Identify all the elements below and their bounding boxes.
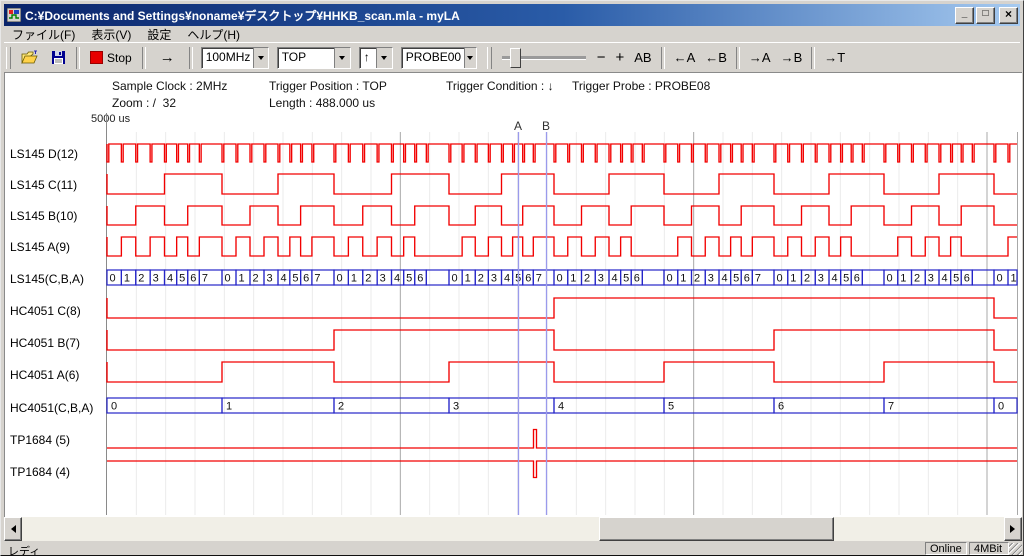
status-memory-badge: 4MBit [969, 542, 1009, 555]
goto-trigger-button[interactable]: →T [819, 50, 850, 65]
toolbar-separator [811, 47, 815, 69]
stop-icon [90, 51, 103, 64]
scrollbar-thumb[interactable] [599, 517, 834, 541]
channel-label-hc4051-c: HC4051 C(8) [10, 304, 81, 318]
maximize-button[interactable]: □ [976, 7, 995, 24]
open-folder-icon [21, 50, 39, 65]
zoom-in-button[interactable]: + [610, 49, 629, 66]
goto-a-left-button[interactable]: ←A [669, 50, 701, 65]
sample-clock-info: Sample Clock : 2MHz [112, 79, 227, 93]
menu-file[interactable]: ファイル(F) [4, 26, 83, 43]
trigger-edge-select[interactable]: ↑ [359, 47, 393, 69]
sample-clock-select[interactable]: 100MHz [201, 47, 269, 69]
channel-label-hc4051-bus: HC4051(C,B,A) [10, 401, 93, 415]
goto-a-right-button[interactable]: →A [744, 50, 776, 65]
zoom-slider[interactable] [502, 56, 586, 60]
channel-label-ls145-bus: LS145(C,B,A) [10, 272, 84, 286]
menu-bar: ファイル(F) 表示(V) 設定 ヘルプ(H) [4, 27, 1020, 42]
channel-label-ls145-a: LS145 A(9) [10, 240, 70, 254]
status-bar: レディ Online 4MBit [4, 542, 1022, 556]
menu-help[interactable]: ヘルプ(H) [179, 26, 248, 43]
toolbar-separator [736, 47, 740, 69]
triangle-right-icon [1010, 525, 1019, 533]
app-icon [7, 8, 21, 22]
trigger-position-select[interactable]: TOP [277, 47, 351, 69]
trigger-probe-info: Trigger Probe : PROBE08 [572, 79, 710, 93]
menu-view[interactable]: 表示(V) [83, 26, 139, 43]
chevron-down-icon[interactable] [253, 48, 267, 68]
resize-grip[interactable] [1009, 543, 1022, 556]
title-bar[interactable]: C:¥Documents and Settings¥noname¥デスクトップ¥… [4, 4, 1020, 26]
time-scale-label: 5000 us [91, 113, 130, 125]
save-floppy-icon [51, 50, 66, 65]
close-button[interactable]: × [999, 7, 1018, 24]
probe-select[interactable]: PROBE00 [401, 47, 477, 69]
app-window: C:¥Documents and Settings¥noname¥デスクトップ¥… [0, 0, 1024, 556]
zoom-slider-track[interactable] [502, 56, 586, 60]
goto-b-right-button[interactable]: →B [776, 50, 808, 65]
status-ready-text: レディ [8, 543, 40, 556]
waveform-panel: Sample Clock : 2MHz Zoom : / 32 Trigger … [4, 72, 1022, 517]
channel-label-ls145-c: LS145 C(11) [10, 178, 77, 192]
trigger-position-info: Trigger Position : TOP [269, 79, 387, 93]
zoom-out-button[interactable]: − [592, 49, 611, 66]
chevron-down-icon[interactable] [376, 48, 392, 68]
minimize-button[interactable]: _ [955, 7, 974, 24]
toolbar-separator [76, 47, 80, 69]
zoom-info: Zoom : / 32 [112, 96, 176, 110]
toolbar-separator [142, 47, 146, 69]
horizontal-scrollbar[interactable] [4, 517, 1022, 541]
toolbar-separator [661, 47, 665, 69]
run-button[interactable]: → [150, 49, 185, 66]
chevron-down-icon[interactable] [334, 48, 350, 68]
stop-button[interactable]: Stop [84, 49, 138, 67]
open-file-button[interactable] [15, 48, 45, 67]
toolbar-grip[interactable] [6, 47, 11, 69]
save-button[interactable] [45, 48, 72, 67]
toolbar-grip[interactable] [487, 47, 492, 69]
goto-b-left-button[interactable]: ←B [700, 50, 732, 65]
toolbar: Stop → 100MHz TOP ↑ PROBE00 − + AB [4, 42, 1020, 72]
status-online-badge: Online [925, 542, 967, 555]
chevron-down-icon[interactable] [464, 48, 476, 68]
channel-label-tp1684-4: TP1684 (4) [10, 465, 70, 479]
window-title: C:¥Documents and Settings¥noname¥デスクトップ¥… [25, 7, 955, 24]
ab-span-button[interactable]: AB [629, 50, 656, 65]
scroll-left-button[interactable] [4, 517, 22, 541]
menu-settings[interactable]: 設定 [139, 26, 179, 43]
scroll-right-button[interactable] [1004, 517, 1022, 541]
trigger-condition-info: Trigger Condition : ↓ [446, 79, 554, 93]
channel-label-ls145-b: LS145 B(10) [10, 209, 77, 223]
channel-label-hc4051-a: HC4051 A(6) [10, 368, 79, 382]
toolbar-separator [189, 47, 193, 69]
length-info: Length : 488.000 us [269, 96, 375, 110]
zoom-slider-handle[interactable] [510, 48, 521, 68]
channel-label-ls145-d: LS145 D(12) [10, 147, 78, 161]
channel-label-tp1684-5: TP1684 (5) [10, 433, 70, 447]
channel-label-hc4051-b: HC4051 B(7) [10, 336, 80, 350]
triangle-left-icon [7, 525, 16, 533]
